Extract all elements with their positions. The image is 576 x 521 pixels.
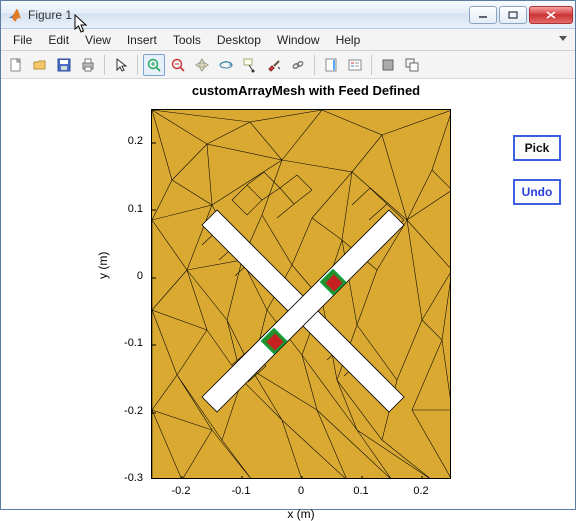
zoom-in-icon[interactable] — [143, 54, 165, 76]
print-icon[interactable] — [77, 54, 99, 76]
minimize-button[interactable] — [469, 6, 497, 24]
titlebar[interactable]: Figure 1 — [1, 1, 575, 29]
xtick: -0.1 — [221, 485, 261, 497]
toolbar-separator — [371, 55, 372, 75]
menu-file[interactable]: File — [5, 31, 40, 49]
xtick: 0.1 — [341, 485, 381, 497]
ytick: -0.2 — [103, 405, 143, 417]
insert-legend-icon[interactable] — [344, 54, 366, 76]
dock-icon[interactable] — [401, 54, 423, 76]
menu-insert[interactable]: Insert — [119, 31, 165, 49]
menubar: File Edit View Insert Tools Desktop Wind… — [1, 29, 575, 51]
menubar-chevron-icon[interactable] — [557, 33, 569, 45]
figure-window: Figure 1 File Edit View Insert Tools Des… — [0, 0, 576, 510]
open-icon[interactable] — [29, 54, 51, 76]
ytick: 0.2 — [103, 135, 143, 147]
toolbar — [1, 51, 575, 79]
menu-window[interactable]: Window — [269, 31, 328, 49]
xtick: -0.2 — [161, 485, 201, 497]
ytick: 0.1 — [103, 203, 143, 215]
y-axis-label: y (m) — [96, 252, 110, 279]
toolbar-separator — [104, 55, 105, 75]
toolbar-separator — [137, 55, 138, 75]
ytick: -0.3 — [103, 472, 143, 484]
undo-button[interactable]: Undo — [513, 179, 561, 205]
datacursor-icon[interactable] — [239, 54, 261, 76]
xtick: 0.2 — [401, 485, 441, 497]
toolbar-separator — [314, 55, 315, 75]
zoom-out-icon[interactable] — [167, 54, 189, 76]
x-axis-label: x (m) — [151, 507, 451, 521]
close-button[interactable] — [529, 6, 573, 24]
window-title: Figure 1 — [28, 8, 467, 22]
window-controls — [467, 6, 573, 24]
insert-colorbar-icon[interactable] — [320, 54, 342, 76]
menu-tools[interactable]: Tools — [165, 31, 209, 49]
menu-view[interactable]: View — [77, 31, 119, 49]
menu-help[interactable]: Help — [328, 31, 369, 49]
menu-desktop[interactable]: Desktop — [209, 31, 269, 49]
brush-icon[interactable] — [263, 54, 285, 76]
figure-content: customArrayMesh with Feed Defined 0.2 0.… — [1, 79, 575, 509]
pick-button[interactable]: Pick — [513, 135, 561, 161]
rotate3d-icon[interactable] — [215, 54, 237, 76]
mesh-plot — [152, 110, 451, 479]
save-icon[interactable] — [53, 54, 75, 76]
xtick: 0 — [281, 485, 321, 497]
hide-tools-icon[interactable] — [377, 54, 399, 76]
maximize-button[interactable] — [499, 6, 527, 24]
pointer-icon[interactable] — [110, 54, 132, 76]
axes[interactable] — [151, 109, 451, 479]
plot-title: customArrayMesh with Feed Defined — [81, 83, 531, 98]
pan-icon[interactable] — [191, 54, 213, 76]
matlab-icon — [7, 7, 23, 23]
ytick: -0.1 — [103, 337, 143, 349]
menu-edit[interactable]: Edit — [40, 31, 77, 49]
linkplot-icon[interactable] — [287, 54, 309, 76]
new-icon[interactable] — [5, 54, 27, 76]
